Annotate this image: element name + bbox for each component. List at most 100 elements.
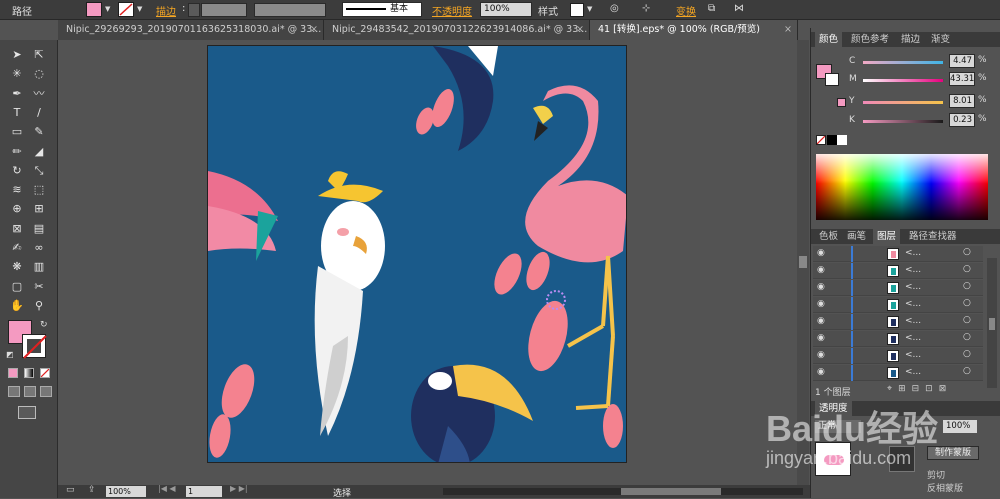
color-spectrum[interactable] bbox=[816, 154, 988, 220]
tab-document-active[interactable]: 41 [转换].eps* @ 100% (RGB/预览) × bbox=[590, 20, 798, 40]
opacity-label[interactable]: 不透明度 bbox=[432, 3, 472, 18]
stroke-profile-dropdown[interactable]: 基本 bbox=[342, 2, 422, 17]
first-page-icon[interactable]: |◀ ◀ bbox=[158, 484, 176, 493]
yellow-slider[interactable]: Y 8.01 % bbox=[849, 94, 999, 108]
magic-wand-tool-icon[interactable]: ✳ bbox=[8, 65, 26, 83]
lasso-tool-icon[interactable]: ◌ bbox=[30, 65, 48, 83]
stroke-label[interactable]: 描边 bbox=[156, 3, 176, 18]
white-color-swatch[interactable] bbox=[837, 135, 847, 145]
blend-tool-icon[interactable]: ∞ bbox=[30, 239, 48, 257]
eyedropper-tool-icon[interactable]: ✍ bbox=[8, 239, 26, 257]
scale-tool-icon[interactable]: ⤡ bbox=[30, 162, 48, 180]
scrollbar-thumb[interactable] bbox=[799, 256, 807, 268]
line-tool-icon[interactable]: / bbox=[30, 104, 48, 122]
curvature-tool-icon[interactable]: 〰 bbox=[30, 85, 48, 103]
draw-normal-button[interactable] bbox=[8, 386, 20, 397]
gradient-mode-button[interactable] bbox=[24, 368, 34, 378]
next-page-icon[interactable]: ▶ ▶| bbox=[230, 484, 248, 493]
layer-actions-icons[interactable]: ⌖⊞⊟⊡⊠ bbox=[887, 384, 952, 394]
eraser-tool-icon[interactable]: ◢ bbox=[30, 143, 48, 161]
target-icon[interactable]: ○ bbox=[963, 281, 971, 291]
target-icon[interactable]: ○ bbox=[963, 298, 971, 308]
magenta-value[interactable]: 43.31 bbox=[949, 72, 975, 86]
layers-scrollbar[interactable] bbox=[987, 258, 997, 388]
tab-gradient[interactable]: 渐变 bbox=[927, 32, 954, 47]
hand-tool-icon[interactable]: ✋ bbox=[8, 297, 26, 315]
eye-icon[interactable]: ◉ bbox=[817, 282, 825, 292]
transform-label[interactable]: 变换 bbox=[676, 3, 696, 18]
close-icon[interactable]: × bbox=[576, 20, 584, 40]
graphic-style-swatch[interactable] bbox=[570, 3, 584, 17]
target-icon[interactable]: ○ bbox=[963, 366, 971, 376]
default-colors-icon[interactable]: ◩ bbox=[6, 350, 14, 359]
close-icon[interactable]: × bbox=[784, 20, 792, 40]
perspective-grid-tool-icon[interactable]: ⊞ bbox=[30, 200, 48, 218]
column-graph-tool-icon[interactable]: ▥ bbox=[30, 258, 48, 276]
layer-row[interactable]: ◉ <... ○ bbox=[813, 314, 983, 330]
target-icon[interactable]: ○ bbox=[963, 247, 971, 257]
black-slider[interactable]: K 0.23 % bbox=[849, 113, 999, 127]
tab-color[interactable]: 颜色 bbox=[815, 32, 843, 47]
pen-tool-icon[interactable]: ✒ bbox=[8, 85, 26, 103]
last-color-swatch[interactable] bbox=[837, 98, 846, 107]
tab-brushes[interactable]: 画笔 bbox=[843, 229, 870, 244]
tab-layers[interactable]: 图层 bbox=[873, 229, 901, 244]
tab-stroke[interactable]: 描边 bbox=[897, 32, 924, 47]
tab-document-2[interactable]: Nipic_29483542_20190703122623914086.ai* … bbox=[324, 20, 590, 40]
panel-stroke-swatch[interactable] bbox=[825, 73, 839, 86]
close-icon[interactable]: × bbox=[310, 20, 318, 40]
draw-behind-button[interactable] bbox=[24, 386, 36, 397]
fill-swatch[interactable] bbox=[86, 2, 102, 17]
export-icon[interactable]: ⇪ bbox=[88, 485, 96, 495]
symbol-sprayer-tool-icon[interactable]: ❋ bbox=[8, 258, 26, 276]
eye-icon[interactable]: ◉ bbox=[817, 299, 825, 309]
black-color-swatch[interactable] bbox=[827, 135, 837, 145]
gradient-tool-icon[interactable]: ▤ bbox=[30, 220, 48, 238]
black-value[interactable]: 0.23 bbox=[949, 113, 975, 127]
slice-tool-icon[interactable]: ✂ bbox=[30, 278, 48, 296]
page-field[interactable]: 1 bbox=[186, 486, 222, 497]
align-icon[interactable]: ⊹ bbox=[642, 3, 650, 14]
artboard-nav-icon[interactable]: ▭ bbox=[66, 485, 75, 495]
clip-checkbox[interactable]: 剪切 bbox=[927, 468, 945, 481]
layer-row[interactable]: ◉ <... ○ bbox=[813, 331, 983, 347]
zoom-tool-icon[interactable]: ⚲ bbox=[30, 297, 48, 315]
invert-mask-checkbox[interactable]: 反相蒙版 bbox=[927, 481, 963, 494]
layer-row[interactable]: ◉ <... ○ bbox=[813, 365, 983, 381]
eye-icon[interactable]: ◉ bbox=[817, 316, 825, 326]
target-icon[interactable]: ○ bbox=[963, 264, 971, 274]
tab-document-1[interactable]: Nipic_29269293_20190701163625318030.ai* … bbox=[58, 20, 324, 40]
none-mode-button[interactable] bbox=[40, 368, 50, 378]
stroke-weight-stepper[interactable] bbox=[188, 3, 200, 17]
zoom-field[interactable]: 100% bbox=[106, 486, 146, 497]
artboard-tool-icon[interactable]: ▢ bbox=[8, 278, 26, 296]
rectangle-tool-icon[interactable]: ▭ bbox=[8, 123, 26, 141]
pencil-tool-icon[interactable]: ✏ bbox=[8, 143, 26, 161]
target-icon[interactable]: ○ bbox=[963, 315, 971, 325]
screen-mode-button[interactable] bbox=[18, 406, 36, 419]
eye-icon[interactable]: ◉ bbox=[817, 265, 825, 275]
target-icon[interactable]: ○ bbox=[963, 349, 971, 359]
tab-color-guide[interactable]: 颜色参考 bbox=[847, 32, 893, 47]
swap-icon[interactable]: ↻ bbox=[40, 320, 48, 330]
isolate-icon[interactable]: ⧉ bbox=[708, 3, 715, 14]
layer-row[interactable]: ◉ <... ○ bbox=[813, 246, 983, 262]
free-transform-tool-icon[interactable]: ⬚ bbox=[30, 181, 48, 199]
layer-row[interactable]: ◉ <... ○ bbox=[813, 263, 983, 279]
tab-swatches[interactable]: 色板 bbox=[815, 229, 842, 244]
rotate-tool-icon[interactable]: ↻ bbox=[8, 162, 26, 180]
selection-tool-icon[interactable]: ➤ bbox=[8, 46, 26, 64]
opacity-field[interactable]: 100% bbox=[480, 2, 532, 17]
target-icon[interactable]: ○ bbox=[963, 332, 971, 342]
stroke-swatch[interactable] bbox=[118, 2, 134, 17]
eye-icon[interactable]: ◉ bbox=[817, 350, 825, 360]
direct-selection-tool-icon[interactable]: ⇱ bbox=[30, 46, 48, 64]
transparency-opacity-field[interactable]: 100% bbox=[943, 420, 977, 433]
cyan-value[interactable]: 4.47 bbox=[949, 54, 975, 68]
cyan-slider[interactable]: C 4.47 % bbox=[849, 54, 999, 68]
chevron-down-icon[interactable]: ▼ bbox=[587, 5, 592, 13]
more-options-icon[interactable]: ⋈ bbox=[734, 3, 744, 14]
eye-icon[interactable]: ◉ bbox=[817, 248, 825, 258]
eye-icon[interactable]: ◉ bbox=[817, 333, 825, 343]
recolor-icon[interactable]: ◎ bbox=[610, 3, 619, 14]
